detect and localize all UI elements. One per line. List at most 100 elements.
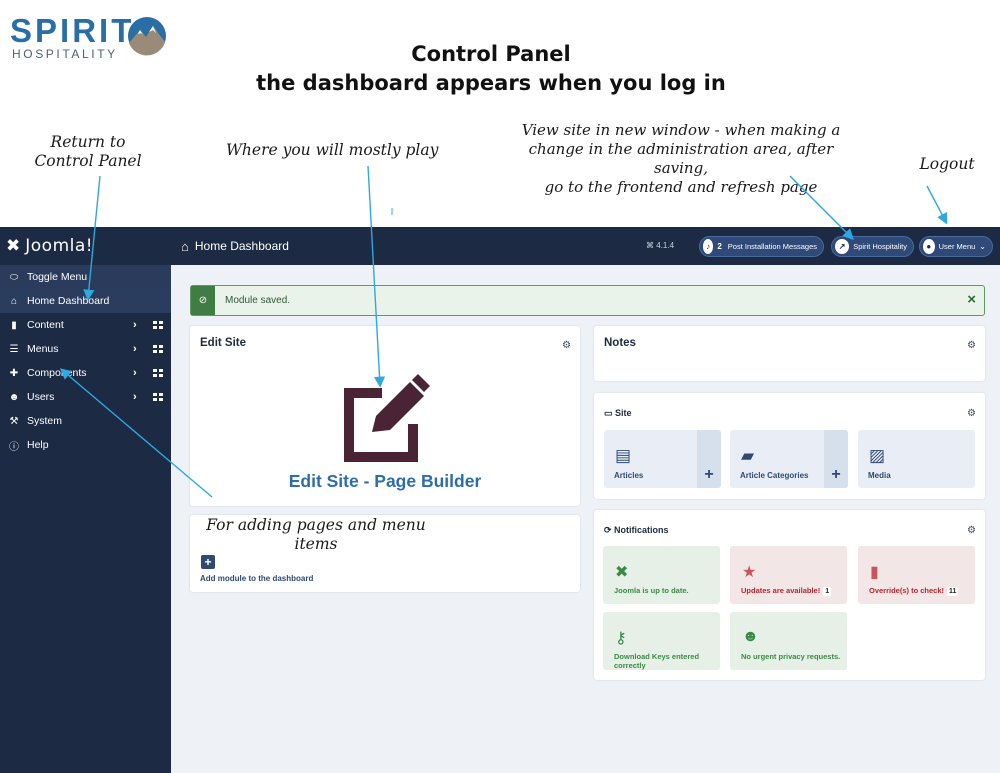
page-title-line-1: Control Panel (411, 42, 571, 66)
privacy-requests-tile[interactable]: ☻ No urgent privacy requests. (730, 612, 847, 670)
module-title: Notes (604, 337, 636, 349)
list-icon: ☰ (9, 343, 19, 355)
sidebar-item-label: Content (27, 319, 64, 331)
tile-label: Article Categories (740, 471, 809, 480)
home-icon: ⌂ (181, 238, 189, 254)
annotation-play: Where you will mostly play (226, 141, 439, 159)
external-link-icon: ↗ (835, 239, 850, 254)
sidebar-item-system[interactable]: ⚒ System (0, 409, 171, 433)
edit-site-module: Edit Site ⚙ Edit Site - Page Builder (190, 326, 580, 506)
dashboard-grid-icon[interactable] (153, 345, 163, 353)
sidebar: ✖ Joomla! ⬭ Toggle Menu ⌂ Home Dashboard… (0, 227, 171, 773)
cogs-icon[interactable]: ⚙ (562, 340, 571, 351)
dashboard-grid-icon[interactable] (153, 369, 163, 377)
sidebar-item-label: Help (27, 439, 49, 451)
sidebar-item-label: Users (27, 391, 55, 403)
dashboard-grid-icon[interactable] (153, 393, 163, 401)
tile-label: Download Keys entered correctly (614, 652, 700, 670)
close-icon[interactable]: × (967, 291, 976, 308)
annotation-logout: Logout (919, 155, 975, 173)
overrides-tile[interactable]: ▮ Override(s) to check! 11 (858, 546, 975, 604)
puzzle-icon: ✚ (9, 367, 19, 379)
notifications-title: Notifications (614, 525, 669, 535)
joomla-update-tile[interactable]: ✖ Joomla is up to date. (603, 546, 720, 604)
cogs-icon[interactable]: ⚙ (967, 525, 976, 536)
notes-module: Notes ⚙ (594, 326, 985, 381)
sidebar-item-label: Menus (27, 343, 59, 355)
tile-label: Articles (614, 471, 644, 480)
post-installation-messages-button[interactable]: ♪ 2 Post Installation Messages (699, 236, 824, 257)
sidebar-item-home-dashboard[interactable]: ⌂ Home Dashboard (0, 289, 171, 313)
tile-label: No urgent privacy requests. (741, 652, 841, 661)
sidebar-item-label: System (27, 415, 63, 427)
add-module-label[interactable]: Add module to the dashboard (200, 574, 313, 583)
toggle-icon: ⬭ (9, 271, 19, 283)
count-badge: 1 (823, 587, 832, 596)
module-title: Edit Site (200, 337, 247, 349)
module-title: ⟳ Notifications (604, 525, 669, 536)
file-text-icon: ▤ (615, 446, 632, 465)
success-alert: ⊘ Module saved. × (190, 285, 985, 316)
joomla-brand-name: Joomla! (25, 236, 94, 256)
page-title: Control Panel the dashboard appears when… (0, 40, 982, 98)
tile-label: Joomla is up to date. (614, 586, 689, 595)
joomla-logo-icon: ✖ (615, 564, 629, 581)
messages-label: Post Installation Messages (727, 242, 817, 251)
check-circle-icon: ⊘ (191, 286, 215, 315)
sidebar-item-content[interactable]: ▮ Content › (0, 313, 171, 337)
sidebar-item-help[interactable]: ⓘ Help (0, 433, 171, 457)
site-module: ▭ Site ⚙ ▤ Articles + ▰ Article Categori… (594, 393, 985, 499)
chevron-right-icon[interactable]: › (133, 343, 137, 355)
sidebar-item-users[interactable]: ☻ Users › (0, 385, 171, 409)
annotation-return: Return to Control Panel (34, 133, 142, 170)
user-menu-button[interactable]: ● User Menu ⌄ (919, 236, 993, 257)
sidebar-item-label: Toggle Menu (27, 271, 88, 283)
image-icon: ▨ (869, 446, 886, 465)
chevron-down-icon: ⌄ (979, 242, 986, 251)
add-article-button[interactable]: + (697, 430, 721, 488)
edit-pencil-icon[interactable] (338, 374, 430, 466)
sidebar-item-toggle-menu[interactable]: ⬭ Toggle Menu (0, 265, 171, 289)
arrow-logout (926, 185, 948, 225)
sidebar-item-menus[interactable]: ☰ Menus › (0, 337, 171, 361)
screenshot: SPIRIT HOSPITALITY Control Panel the das… (0, 0, 1000, 773)
site-title: Site (615, 408, 632, 418)
article-categories-tile[interactable]: ▰ Article Categories + (730, 430, 848, 488)
articles-tile[interactable]: ▤ Articles + (604, 430, 721, 488)
cogs-icon[interactable]: ⚙ (967, 408, 976, 419)
page-title-line-2: the dashboard appears when you log in (256, 71, 726, 95)
tile-label: Media (868, 471, 891, 480)
joomla-logo-icon: ✖ (6, 236, 21, 255)
sync-icon: ⟳ (604, 525, 615, 535)
chevron-right-icon[interactable]: › (133, 391, 137, 403)
sidebar-item-label: Components (27, 367, 87, 379)
notifications-module: ⟳ Notifications ⚙ ✖ Joomla is up to date… (594, 510, 985, 680)
alert-message: Module saved. (225, 295, 291, 306)
extension-updates-tile[interactable]: ★ Updates are available! 1 (730, 546, 847, 604)
home-icon: ⌂ (10, 295, 18, 307)
plus-icon[interactable]: + (201, 555, 215, 569)
download-keys-tile[interactable]: ⚷ Download Keys entered correctly (603, 612, 720, 670)
edit-site-page-builder-link[interactable]: Edit Site - Page Builder (190, 471, 580, 492)
count-badge: 11 (947, 587, 959, 596)
chevron-right-icon[interactable]: › (133, 319, 137, 331)
sidebar-item-components[interactable]: ✚ Components › (0, 361, 171, 385)
key-icon: ⚷ (615, 630, 627, 647)
media-tile[interactable]: ▨ Media (858, 430, 975, 488)
bell-icon: ♪ (703, 239, 714, 254)
chevron-right-icon[interactable]: › (133, 367, 137, 379)
file-icon: ▮ (870, 564, 879, 581)
add-category-button[interactable]: + (824, 430, 848, 488)
joomla-brand[interactable]: ✖ Joomla! (0, 227, 171, 265)
header-title: Home Dashboard (194, 239, 289, 253)
annotation-adding: For adding pages and menu items (206, 516, 426, 554)
star-icon: ★ (742, 564, 757, 581)
users-icon: ☻ (742, 628, 759, 645)
top-header: ⌂ Home Dashboard ⌘ 4.1.4 ♪ 2 Post Instal… (171, 227, 1000, 265)
tile-label: Override(s) to check! 11 (869, 586, 959, 596)
joomla-version: ⌘ 4.1.4 (646, 241, 675, 250)
view-site-button[interactable]: ↗ Spirit Hospitality (831, 236, 914, 257)
cogs-icon[interactable]: ⚙ (967, 340, 976, 351)
dashboard-grid-icon[interactable] (153, 321, 163, 329)
site-label: Spirit Hospitality (853, 242, 907, 251)
